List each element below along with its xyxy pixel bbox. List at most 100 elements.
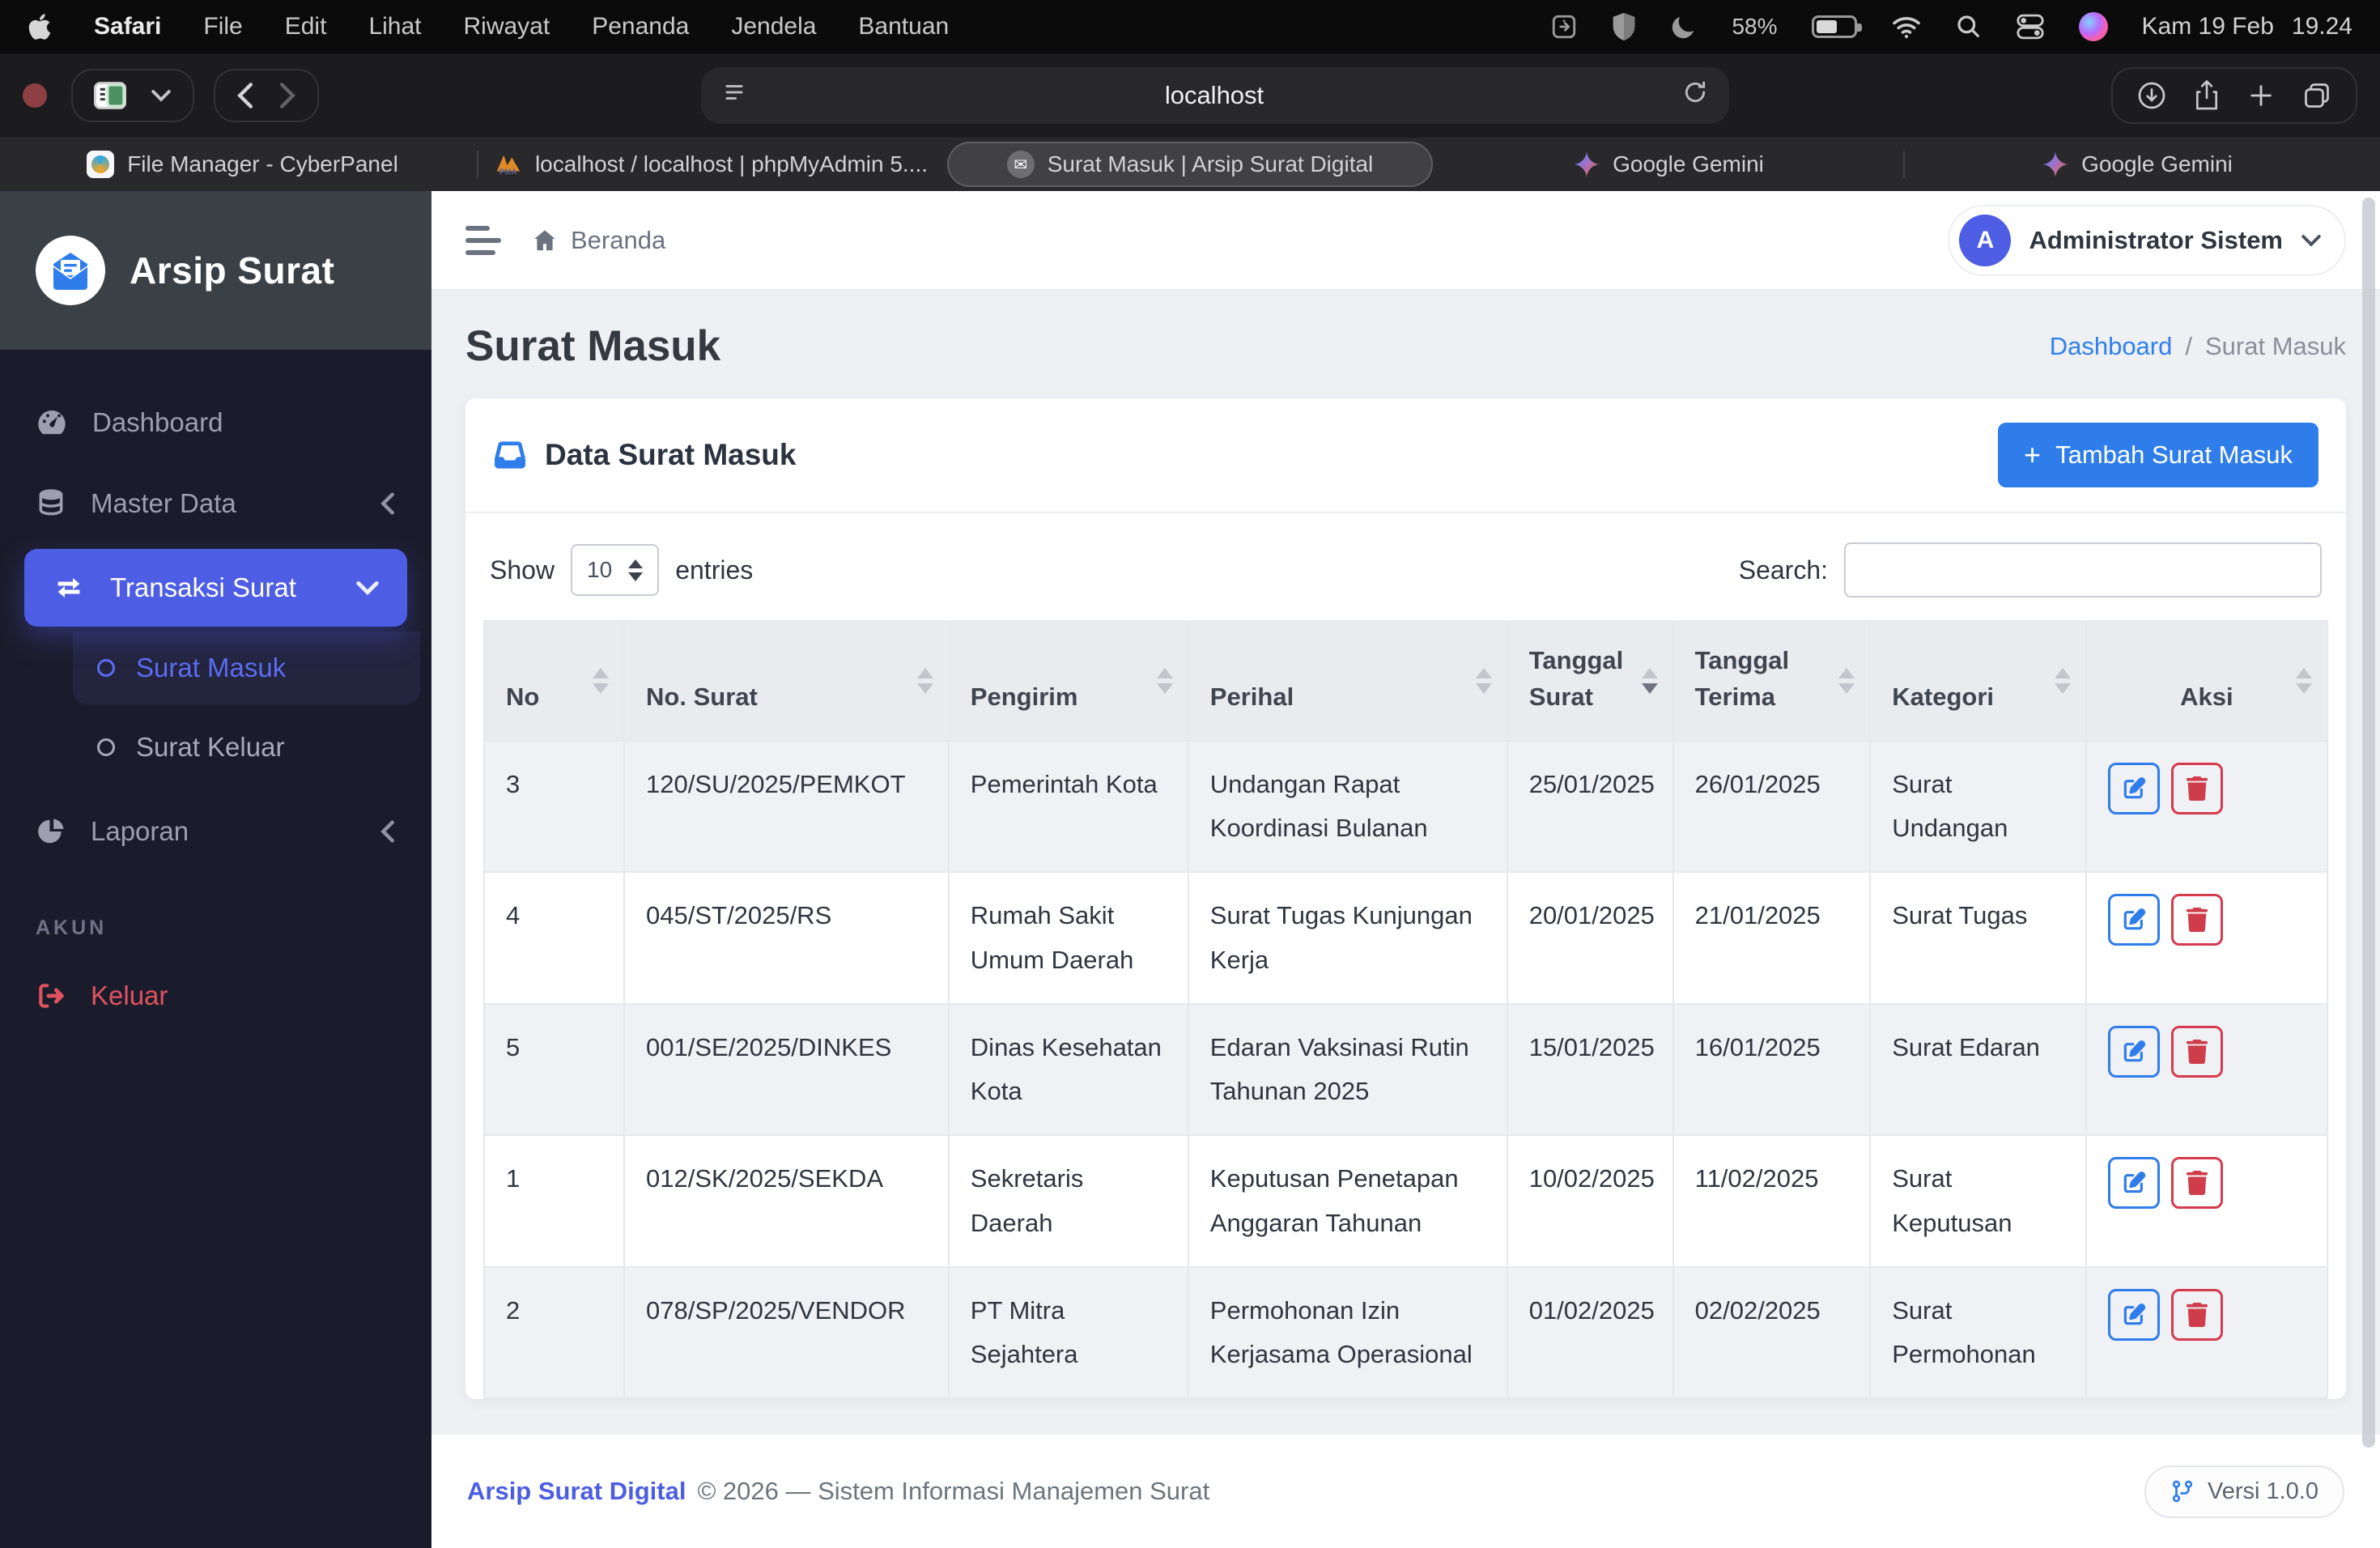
version-label: Versi 1.0.0 bbox=[2207, 1478, 2318, 1504]
edit-button[interactable] bbox=[2107, 1025, 2160, 1078]
edit-button[interactable] bbox=[2107, 1157, 2160, 1210]
menubar-time: 19.24 bbox=[2291, 13, 2352, 40]
col-no-surat[interactable]: No. Surat bbox=[623, 620, 950, 742]
adguard-shield-icon[interactable] bbox=[1612, 13, 1636, 40]
col-kategori[interactable]: Kategori bbox=[1869, 620, 2087, 742]
sidebar-toggle-group[interactable] bbox=[71, 69, 194, 122]
chevron-down-icon bbox=[2301, 234, 2321, 247]
col-tanggal-surat[interactable]: Tanggal Surat bbox=[1506, 620, 1674, 742]
browser-sidebar-icon[interactable] bbox=[94, 82, 126, 109]
breadcrumb-dashboard-link[interactable]: Dashboard bbox=[2050, 332, 2173, 361]
tab-overview-icon[interactable] bbox=[2302, 81, 2331, 110]
submenu-item-surat-keluar[interactable]: Surat Keluar bbox=[0, 711, 431, 784]
inbox-icon bbox=[495, 441, 525, 469]
delete-button[interactable] bbox=[2170, 1288, 2223, 1341]
tab-gemini-2[interactable]: Google Gemini bbox=[1903, 138, 2372, 191]
search-control: Search: bbox=[1739, 542, 2322, 598]
spotlight-search-icon[interactable] bbox=[1956, 14, 1982, 40]
tab-gemini-1[interactable]: Google Gemini bbox=[1434, 138, 1903, 191]
sidebar-item-keluar[interactable]: Keluar bbox=[0, 956, 431, 1036]
cell-kategori: Surat Keputusan bbox=[1869, 1134, 2087, 1268]
hamburger-menu-icon[interactable] bbox=[465, 225, 501, 255]
focus-moon-icon[interactable] bbox=[1670, 13, 1698, 40]
back-icon[interactable] bbox=[236, 82, 254, 109]
sort-icon bbox=[1641, 667, 1658, 694]
share-icon[interactable] bbox=[2194, 80, 2220, 111]
safari-toolbar: localhost bbox=[0, 53, 2380, 138]
tab-cyberpanel[interactable]: File Manager - CyberPanel bbox=[8, 138, 477, 191]
breadcrumb-home[interactable]: Beranda bbox=[532, 226, 665, 255]
new-tab-icon[interactable] bbox=[2247, 82, 2275, 109]
sidebar-item-laporan[interactable]: Laporan bbox=[0, 792, 431, 871]
user-menu[interactable]: A Administrator Sistem bbox=[1948, 204, 2346, 276]
card-header: Data Surat Masuk + Tambah Surat Masuk bbox=[465, 398, 2346, 513]
tab-arsip-surat-active[interactable]: ✉ Surat Masuk | Arsip Surat Digital bbox=[947, 142, 1433, 187]
menu-safari[interactable]: Safari bbox=[94, 13, 161, 40]
menu-penanda[interactable]: Penanda bbox=[592, 13, 689, 40]
url-text[interactable]: localhost bbox=[746, 81, 1682, 110]
cell-perihal: Surat Tugas Kunjungan Kerja bbox=[1187, 871, 1508, 1005]
app-footer: Arsip Surat Digital © 2026 — Sistem Info… bbox=[431, 1435, 2380, 1548]
window-switcher-icon[interactable] bbox=[1550, 13, 1578, 40]
col-pengirim[interactable]: Pengirim bbox=[947, 620, 1189, 742]
tab-phpmyadmin[interactable]: PMA localhost / localhost | phpMyAdmin 5… bbox=[477, 138, 946, 191]
wifi-icon[interactable] bbox=[1891, 15, 1922, 39]
transaksi-submenu: Surat Masuk Surat Keluar bbox=[0, 632, 431, 784]
col-tanggal-terima[interactable]: Tanggal Terima bbox=[1672, 620, 1872, 742]
downloads-icon[interactable] bbox=[2137, 81, 2166, 110]
tab-label: Google Gemini bbox=[2081, 151, 2233, 176]
add-surat-masuk-button[interactable]: + Tambah Surat Masuk bbox=[1998, 423, 2318, 487]
menu-jendela[interactable]: Jendela bbox=[731, 13, 816, 40]
tab-label: localhost / localhost | phpMyAdmin 5.... bbox=[534, 151, 929, 176]
reader-view-icon[interactable] bbox=[722, 79, 746, 113]
footer-copyright: © 2026 — Sistem Informasi Manajemen Sura… bbox=[697, 1477, 1210, 1505]
delete-button[interactable] bbox=[2170, 894, 2223, 946]
menu-edit[interactable]: Edit bbox=[285, 13, 327, 40]
sidebar-item-master-data[interactable]: Master Data bbox=[0, 463, 431, 544]
col-perihal[interactable]: Perihal bbox=[1187, 620, 1508, 742]
menu-lihat[interactable]: Lihat bbox=[368, 13, 421, 40]
siri-icon[interactable] bbox=[2078, 12, 2108, 41]
sidebar-nav: Dashboard Master Data Transaksi Surat Su… bbox=[0, 350, 431, 1036]
reload-icon[interactable] bbox=[1682, 79, 1708, 113]
table-row: 2 078/SP/2025/VENDOR PT Mitra Sejahtera … bbox=[482, 1265, 2329, 1400]
delete-button[interactable] bbox=[2170, 1157, 2223, 1210]
chevron-down-icon[interactable] bbox=[151, 88, 172, 103]
address-bar[interactable]: localhost bbox=[701, 67, 1729, 124]
delete-button[interactable] bbox=[2170, 1025, 2223, 1078]
sidebar-item-dashboard[interactable]: Dashboard bbox=[0, 382, 431, 463]
edit-button[interactable] bbox=[2107, 762, 2160, 814]
menu-file[interactable]: File bbox=[203, 13, 242, 40]
forward-icon[interactable] bbox=[278, 82, 296, 109]
menubar-date[interactable]: Kam 19 Feb bbox=[2142, 13, 2274, 40]
plus-icon: + bbox=[2024, 438, 2042, 471]
cell-perihal: Edaran Vaksinasi Rutin Tahunan 2025 bbox=[1187, 1002, 1508, 1137]
footer-brand-link[interactable]: Arsip Surat Digital bbox=[467, 1477, 686, 1506]
page-header: Surat Masuk Dashboard / Surat Masuk bbox=[431, 289, 2380, 398]
gemini-icon bbox=[1574, 151, 1600, 177]
cell-no: 2 bbox=[482, 1265, 626, 1400]
sort-icon bbox=[593, 667, 610, 694]
edit-button[interactable] bbox=[2107, 894, 2160, 946]
edit-pencil-icon bbox=[2123, 1172, 2145, 1193]
app-brand[interactable]: Arsip Surat bbox=[0, 191, 431, 350]
control-center-icon[interactable] bbox=[2016, 13, 2045, 40]
delete-button[interactable] bbox=[2170, 762, 2223, 814]
edit-button[interactable] bbox=[2107, 1288, 2160, 1341]
cell-perihal: Permohonan Izin Kerjasama Operasional bbox=[1187, 1265, 1508, 1400]
database-icon bbox=[39, 489, 63, 516]
chevron-left-icon bbox=[380, 492, 394, 515]
breadcrumb-home-label: Beranda bbox=[571, 225, 666, 254]
col-aksi[interactable]: Aksi bbox=[2085, 620, 2329, 742]
col-no[interactable]: No bbox=[482, 620, 626, 742]
menu-riwayat[interactable]: Riwayat bbox=[464, 13, 550, 40]
menu-bantuan[interactable]: Bantuan bbox=[858, 13, 949, 40]
submenu-item-surat-masuk[interactable]: Surat Masuk bbox=[73, 632, 420, 704]
close-window-button[interactable] bbox=[23, 83, 47, 108]
svg-text:PMA: PMA bbox=[499, 168, 517, 176]
sidebar-item-transaksi-surat[interactable]: Transaksi Surat bbox=[24, 549, 407, 627]
page-size-select[interactable]: 10 bbox=[571, 544, 660, 596]
apple-menu-icon[interactable] bbox=[28, 12, 52, 41]
search-input[interactable] bbox=[1844, 542, 2322, 598]
page-scrollbar[interactable] bbox=[2362, 198, 2375, 1448]
